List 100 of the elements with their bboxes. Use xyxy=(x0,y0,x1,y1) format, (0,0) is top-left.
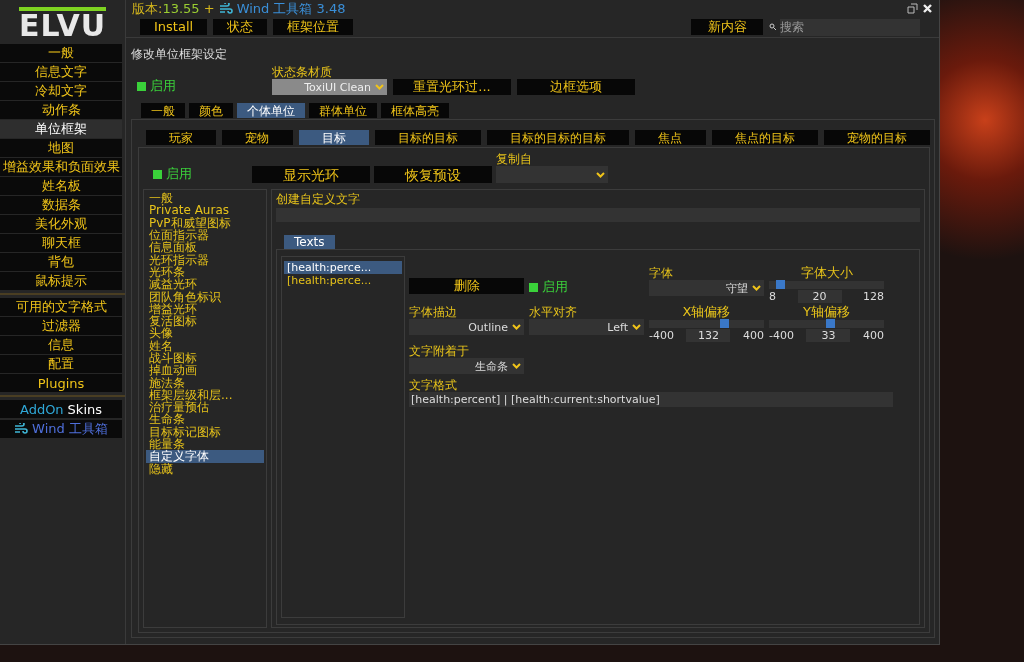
input-field[interactable]: [health:percent] | [health:current:shortvalue] xyxy=(409,392,893,407)
slider-label: Y轴偏移 xyxy=(802,305,851,319)
tree-item[interactable]: 复活图标 xyxy=(146,314,264,328)
tree-item[interactable]: 光环条 xyxy=(146,265,264,279)
toolbar-button[interactable]: 框架位置 xyxy=(273,19,354,35)
slider-value-field[interactable]: 132 xyxy=(686,329,731,342)
action-button[interactable]: 显示光环 xyxy=(252,166,370,183)
tree-item[interactable]: 框架层级和层... xyxy=(146,388,264,402)
sidebar-item[interactable]: 信息 xyxy=(0,336,122,354)
slider-thumb[interactable] xyxy=(826,319,836,328)
addon-version-text: Wind 工具箱 3.48 xyxy=(236,0,346,18)
slider-value-field[interactable]: 20 xyxy=(797,290,842,303)
dropdown[interactable]: Outline xyxy=(409,319,524,335)
action-button[interactable]: 边框选项 xyxy=(517,79,635,95)
sidebar-item[interactable]: 美化外观 xyxy=(0,215,122,233)
tab[interactable]: 个体单位 xyxy=(237,103,305,118)
tree-item[interactable]: 生命条 xyxy=(146,413,264,426)
tree-item[interactable]: 头像 xyxy=(146,327,264,340)
tree-item[interactable]: PvP和威望图标 xyxy=(146,216,264,229)
sidebar-item[interactable]: 一般 xyxy=(0,44,122,62)
caret-icon xyxy=(752,285,761,291)
tree-item[interactable]: 施法条 xyxy=(146,376,264,389)
sidebar-item[interactable]: 增益效果和负面效果 xyxy=(0,158,122,176)
tab[interactable]: Texts xyxy=(284,235,335,249)
checkbox-label: 启用 xyxy=(150,77,176,95)
version-text: 版本:13.55 + xyxy=(132,0,215,18)
restore-icon[interactable] xyxy=(907,3,918,14)
action-button[interactable]: 重置光环过... xyxy=(393,79,511,95)
unit-tab[interactable]: 目标的目标 xyxy=(374,130,481,145)
toolbar-button[interactable]: 状态 xyxy=(213,19,268,35)
unit-tab[interactable]: 目标 xyxy=(298,130,369,145)
sidebar-item[interactable]: 过滤器 xyxy=(0,317,122,335)
tree-item[interactable]: 一般 xyxy=(146,192,264,205)
action-button[interactable]: 恢复预设 xyxy=(374,166,492,183)
tab[interactable]: 框体高亮 xyxy=(381,103,449,118)
sidebar-item[interactable]: 数据条 xyxy=(0,196,122,214)
field-label: 创建自定义文字 xyxy=(276,192,361,206)
tree-item[interactable]: 团队角色标识 xyxy=(146,290,264,303)
slider-track[interactable] xyxy=(769,320,884,328)
tree-item[interactable]: 能量条 xyxy=(146,437,264,451)
tree-item[interactable]: 信息面板 xyxy=(146,241,264,254)
slider-label: X轴偏移 xyxy=(681,305,732,319)
tree-item[interactable]: Private Auras xyxy=(146,204,264,217)
tree-item[interactable]: 战斗图标 xyxy=(146,351,264,365)
wind-icon xyxy=(218,2,233,15)
toolbar-button[interactable]: Install xyxy=(140,19,208,35)
search-field[interactable]: 搜索 xyxy=(780,18,920,36)
tab[interactable]: 一般 xyxy=(141,103,185,118)
whats-new-button[interactable]: 新内容 xyxy=(691,19,763,35)
checkbox[interactable] xyxy=(529,282,538,292)
slider-track[interactable] xyxy=(649,320,764,328)
tree-item[interactable]: 减益光环 xyxy=(146,278,264,291)
unit-tab[interactable]: 焦点的目标 xyxy=(711,130,818,145)
slider-track[interactable] xyxy=(769,281,884,289)
tree-item[interactable]: 光环指示器 xyxy=(146,253,264,266)
unit-tab[interactable]: 玩家 xyxy=(146,130,217,145)
checkbox-label: 启用 xyxy=(166,165,192,183)
tab[interactable]: 群体单位 xyxy=(309,103,377,118)
checkbox[interactable] xyxy=(153,169,162,179)
sidebar-item[interactable]: 配置 xyxy=(0,355,122,373)
sidebar-item[interactable]: 冷却文字 xyxy=(0,82,122,100)
sidebar-item[interactable]: 单位框架 xyxy=(0,120,122,138)
sidebar-item[interactable]: 动作条 xyxy=(0,101,122,119)
slider-value-field[interactable]: 33 xyxy=(806,329,851,342)
tree-item[interactable]: 目标标记图标 xyxy=(146,425,264,438)
slider-thumb[interactable] xyxy=(775,280,785,289)
dropdown[interactable]: 生命条 xyxy=(409,358,524,374)
search-icon xyxy=(769,23,777,31)
unit-tab[interactable]: 焦点 xyxy=(635,130,706,145)
sidebar-item[interactable]: Plugins xyxy=(0,374,122,392)
dropdown[interactable]: Left xyxy=(529,319,644,335)
sidebar-item[interactable]: 聊天框 xyxy=(0,234,122,252)
tree-item[interactable]: 治疗量预估 xyxy=(146,401,264,414)
unit-tab[interactable]: 目标的目标的目标 xyxy=(487,130,630,145)
unit-tab[interactable]: 宠物 xyxy=(222,130,293,145)
sidebar-item[interactable]: 可用的文字格式 xyxy=(0,298,122,316)
tab[interactable]: 颜色 xyxy=(189,103,233,118)
close-icon[interactable] xyxy=(922,3,933,14)
caret-icon xyxy=(596,171,605,178)
tree-item[interactable]: 隐藏 xyxy=(146,462,264,475)
tree-item[interactable]: 增益光环 xyxy=(146,302,264,315)
list-item[interactable]: [health:perce... xyxy=(284,274,402,287)
list-item[interactable]: [health:perce... xyxy=(284,261,402,274)
sidebar-item[interactable]: 信息文字 xyxy=(0,63,122,81)
tree-item[interactable]: 掉血动画 xyxy=(146,364,264,377)
sidebar-item[interactable]: 背包 xyxy=(0,253,122,271)
unit-tab[interactable]: 宠物的目标 xyxy=(823,130,930,145)
slider-max: 400 xyxy=(743,329,764,342)
delete-button[interactable]: 删除 xyxy=(409,278,524,294)
dropdown[interactable]: 守望 xyxy=(649,280,764,296)
slider-thumb[interactable] xyxy=(720,319,730,328)
sidebar-item[interactable]: 姓名板 xyxy=(0,177,122,195)
sidebar-item[interactable]: 地图 xyxy=(0,139,122,157)
tree-item[interactable]: 姓名 xyxy=(146,339,264,352)
checkbox[interactable] xyxy=(137,81,146,91)
sidebar-item[interactable]: AddOn Skins xyxy=(0,400,122,418)
sidebar-item[interactable]: 鼠标提示 xyxy=(0,272,122,290)
tree-item[interactable]: 自定义字体 xyxy=(146,450,264,463)
tree-item[interactable]: 位面指示器 xyxy=(146,228,264,242)
slider-min: -400 xyxy=(769,329,794,342)
